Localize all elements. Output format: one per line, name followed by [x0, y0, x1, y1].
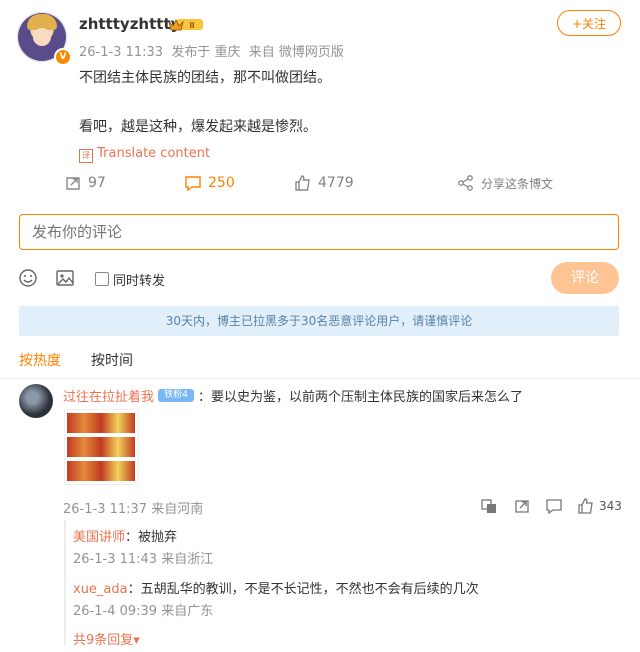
reply-item: 美国讲师：被抛弃: [73, 526, 177, 545]
repost-comment-icon[interactable]: [513, 497, 531, 515]
reply-item: xue_ada：五胡乱华的教训，不是不长记性，不然也不会有后续的几次: [73, 578, 479, 597]
translate-icon: 译: [79, 149, 93, 163]
commenter-name[interactable]: 过往在拉扯着我: [63, 386, 154, 405]
like-count: 4779: [318, 175, 354, 191]
comment-text: ：要以史为鉴，以前两个压制主体民族的国家后来怎么了: [198, 390, 524, 405]
repost-checkbox-label[interactable]: 同时转发: [113, 270, 165, 289]
translate-label: Translate content: [97, 146, 211, 161]
comment-input[interactable]: [19, 214, 619, 250]
blocklist-notice: 30天内，博主已拉黑多于30名恶意评论用户，请谨慎评论: [19, 306, 619, 336]
commenter-avatar[interactable]: [19, 384, 53, 418]
image-upload-icon[interactable]: [55, 268, 75, 288]
reply-text: ：被抛弃: [125, 530, 178, 545]
reply-location: 来自浙江: [161, 552, 214, 567]
submit-comment-button[interactable]: 评论: [551, 262, 619, 294]
reply-timestamp: 26-1-3 11:43: [73, 552, 158, 567]
repost-action[interactable]: 97: [64, 174, 106, 192]
comment-icon: [185, 176, 201, 192]
repost-icon: [66, 177, 80, 190]
comment-image[interactable]: [64, 409, 139, 485]
avatar-face: [33, 28, 51, 46]
translate-link[interactable]: 译 Translate content: [79, 146, 210, 163]
sort-by-time-tab[interactable]: 按时间: [91, 350, 133, 370]
repost-checkbox[interactable]: [95, 272, 109, 286]
reply-meta: 26-1-4 09:39 来自广东: [73, 600, 213, 619]
member-crown-icon[interactable]: Ⅲ: [168, 17, 204, 32]
comment-timestamp: 26-1-3 11:37: [63, 502, 148, 517]
image-band-1: [67, 413, 135, 433]
share-action[interactable]: 分享这条博文: [457, 174, 553, 192]
reply-author[interactable]: xue_ada: [73, 582, 128, 597]
fan-badge: 铁粉4: [158, 389, 194, 402]
share-label: 分享这条博文: [481, 176, 554, 191]
like-action[interactable]: 4779: [294, 174, 354, 192]
thumbs-up-icon: [295, 175, 310, 191]
author-username[interactable]: zhtttyzhttty: [79, 15, 180, 33]
reply-text: ：五胡乱华的教训，不是不长记性，不然也不会有后续的几次: [127, 582, 479, 597]
share-icon: [458, 175, 473, 191]
comment-meta: 26-1-3 11:37 来自河南: [63, 498, 203, 517]
post-timestamp[interactable]: 26-1-3 11:33: [79, 45, 163, 60]
image-band-3: [67, 461, 135, 481]
more-replies-label: 共9条回复: [73, 633, 134, 648]
reply-comment-icon[interactable]: [545, 497, 563, 515]
svg-text:Ⅲ: Ⅲ: [189, 21, 195, 30]
post-text-line-1: 不团结主体民族的团结，那不叫做团结。: [79, 70, 331, 86]
image-band-2: [67, 437, 135, 457]
post-source: 来自 微博网页版: [248, 45, 344, 60]
comment-location: 来自河南: [151, 502, 204, 517]
repost-count: 97: [88, 175, 106, 191]
comment-action[interactable]: 250: [184, 174, 235, 192]
more-replies-link[interactable]: 共9条回复▾: [73, 629, 140, 648]
post-location: 发布于 重庆: [171, 45, 241, 60]
emoji-icon[interactable]: [18, 268, 38, 288]
comment-count: 250: [208, 175, 235, 191]
post-meta: 26-1-3 11:33 发布于 重庆 来自 微博网页版: [79, 41, 344, 60]
reply-thread-line: [64, 520, 66, 646]
sort-divider: [0, 378, 640, 379]
follow-button[interactable]: +关注: [557, 10, 621, 36]
comment-like-count: 343: [599, 499, 622, 513]
reply-author[interactable]: 美国讲师: [73, 530, 125, 545]
reply-timestamp: 26-1-4 09:39: [73, 604, 158, 619]
translate-comment-icon[interactable]: [480, 497, 498, 515]
reply-location: 来自广东: [161, 604, 214, 619]
verified-badge-icon: V: [54, 48, 72, 66]
post-text-line-2: 看吧，越是这种，爆发起来越是惨烈。: [79, 119, 317, 135]
reply-meta: 26-1-3 11:43 来自浙江: [73, 548, 213, 567]
sort-by-hot-tab[interactable]: 按热度: [19, 350, 61, 370]
like-comment-icon[interactable]: [577, 497, 595, 515]
chevron-down-icon: ▾: [133, 633, 140, 648]
